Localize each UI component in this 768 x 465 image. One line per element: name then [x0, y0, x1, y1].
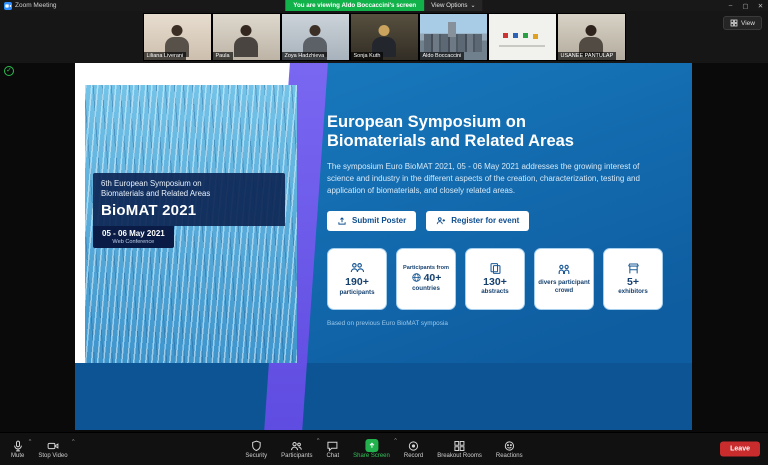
participant-name: Paula: [212, 52, 233, 60]
stat-participants: 190+ participants: [327, 247, 387, 310]
share-screen-icon: [365, 439, 378, 452]
event-date-badge: 05 - 06 May 2021 Web Conference: [93, 226, 174, 249]
event-mode: Web Conference: [112, 239, 155, 246]
stat-countries: Participants from 40+ countries: [396, 247, 456, 310]
participant-name: Liliana Liverani: [143, 52, 187, 60]
minimize-button[interactable]: –: [723, 0, 738, 11]
mute-button[interactable]: ^ Mute: [4, 438, 31, 461]
chat-button[interactable]: Chat: [319, 437, 346, 461]
camera-icon: [47, 442, 59, 449]
view-layout-button[interactable]: View: [723, 16, 762, 30]
breakout-rooms-button[interactable]: Breakout Rooms: [430, 437, 489, 461]
hero-caption: 6th European Symposium on Biomaterials a…: [93, 173, 285, 249]
security-button[interactable]: Security: [238, 437, 274, 461]
close-button[interactable]: ✕: [753, 0, 768, 11]
hero-line1: 6th European Symposium on: [101, 179, 202, 188]
upload-icon: [338, 216, 346, 225]
documents-icon: [490, 262, 500, 274]
participant-video[interactable]: Paula: [211, 13, 281, 61]
grid-view-icon: [730, 19, 738, 27]
hero-line2: Biomaterials and Related Areas: [101, 189, 211, 199]
viewing-screen-banner: You are viewing Aldo Boccaccini's screen: [285, 0, 425, 11]
participant-name: Aldo Boccaccini: [419, 52, 465, 60]
participant-name: Sonja Kuth: [350, 52, 384, 60]
slide-content: European Symposium on Biomaterials and R…: [327, 113, 676, 327]
meeting-toolbar: ^ Mute ^ Stop Video Security ^ Participa…: [0, 432, 768, 465]
app-identity: Zoom Meeting: [0, 1, 57, 10]
record-button[interactable]: Record: [397, 437, 430, 461]
event-date: 05 - 06 May 2021: [102, 229, 165, 239]
stats-row: 190+ participants Participants from 40+ …: [327, 247, 676, 310]
shared-screen-stage: ✓ 6th European Symposium on Biomaterials…: [0, 63, 768, 432]
person-add-icon: [437, 217, 446, 225]
video-feed: [488, 14, 556, 60]
meeting-actions: Security ^ Participants Chat ^ Share Scr…: [238, 437, 529, 461]
submit-poster-button[interactable]: Submit Poster: [327, 210, 417, 231]
audio-video-controls: ^ Mute ^ Stop Video: [0, 438, 75, 461]
register-event-button[interactable]: Register for event: [426, 210, 530, 231]
globe-icon: [411, 273, 421, 282]
share-banner-group: You are viewing Aldo Boccaccini's screen…: [285, 0, 483, 11]
event-description: The symposium Euro BioMAT 2021, 05 - 06 …: [327, 161, 640, 196]
breakout-rooms-icon: [454, 440, 465, 451]
video-strip: Liliana Liverani Paula Zoya Hadzhieva So…: [0, 11, 768, 63]
window-controls: – ▢ ✕: [723, 0, 768, 11]
connection-ok-icon: ✓: [4, 66, 14, 76]
stat-exhibitors: 5+ exhibitors: [603, 247, 663, 310]
people-icon: [350, 263, 364, 273]
chevron-up-icon[interactable]: ^: [72, 439, 75, 445]
participant-video[interactable]: USANEE PANTULAP: [556, 13, 626, 61]
chat-bubble-icon: [327, 441, 338, 452]
maximize-button[interactable]: ▢: [738, 0, 753, 11]
leave-meeting-button[interactable]: Leave: [720, 441, 760, 457]
cta-row: Submit Poster Register for event: [327, 210, 676, 231]
zoom-app-icon: [4, 1, 12, 10]
booth-icon: [627, 263, 639, 273]
hero-title: BioMAT 2021: [101, 202, 197, 220]
zoom-window: Zoom Meeting You are viewing Aldo Boccac…: [0, 0, 768, 465]
crowd-icon: [558, 264, 570, 274]
participant-name: USANEE PANTULAP: [557, 52, 617, 60]
view-options-dropdown[interactable]: View Options ⌄: [424, 0, 483, 11]
participant-video[interactable]: Zoya Hadzhieva: [280, 13, 350, 61]
stop-video-button[interactable]: ^ Stop Video: [31, 438, 74, 461]
participant-video[interactable]: Aldo Boccaccini: [418, 13, 488, 61]
stats-footnote: Based on previous Euro BioMAT symposia: [327, 319, 448, 327]
participant-name: Zoya Hadzhieva: [281, 52, 328, 60]
participant-video[interactable]: Liliana Liverani: [142, 13, 212, 61]
participants-button[interactable]: ^ Participants: [274, 437, 319, 461]
title-bar: Zoom Meeting You are viewing Aldo Boccac…: [0, 0, 768, 11]
chevron-down-icon: ⌄: [470, 2, 476, 9]
participants-icon: [291, 441, 303, 450]
participant-video[interactable]: [487, 13, 557, 61]
page-title: European Symposium on Biomaterials and R…: [327, 113, 574, 151]
stat-diverse-crowd: divers participant crowd: [534, 247, 594, 310]
stat-abstracts: 130+ abstracts: [465, 247, 525, 310]
smiley-icon: [504, 440, 514, 451]
biomaterial-texture-image: 6th European Symposium on Biomaterials a…: [85, 85, 297, 363]
reactions-button[interactable]: Reactions: [489, 437, 530, 461]
record-icon: [408, 440, 419, 451]
slide-bottom-band: [75, 363, 692, 430]
share-screen-button[interactable]: ^ Share Screen: [346, 437, 397, 461]
participant-video[interactable]: Sonja Kuth: [349, 13, 419, 61]
shield-icon: [252, 440, 261, 451]
window-title: Zoom Meeting: [15, 2, 57, 9]
microphone-icon: [13, 440, 22, 451]
shared-slide: 6th European Symposium on Biomaterials a…: [75, 63, 692, 430]
